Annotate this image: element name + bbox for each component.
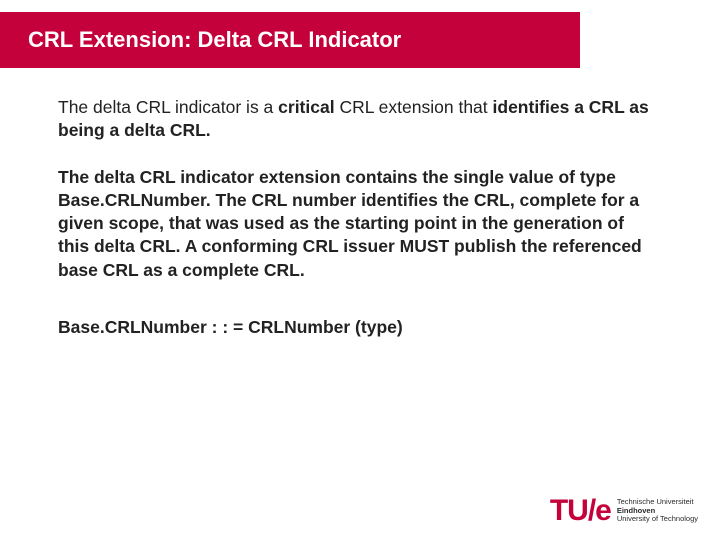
logo: TU/e Technische Universiteit Eindhoven U… (550, 496, 698, 526)
paragraph-1: The delta CRL indicator is a critical CR… (58, 96, 650, 142)
logo-text: Technische Universiteit Eindhoven Univer… (617, 498, 698, 524)
p1-text-c: CRL extension that (335, 97, 493, 117)
p1-critical: critical (278, 97, 334, 117)
logo-line3: University of Technology (617, 515, 698, 524)
p1-text-a: The delta CRL indicator is a (58, 97, 278, 117)
paragraph-2: The delta CRL indicator extension contai… (58, 166, 650, 281)
content-area: The delta CRL indicator is a critical CR… (58, 96, 650, 339)
slide-title: CRL Extension: Delta CRL Indicator (28, 27, 401, 53)
paragraph-3: Base.CRLNumber : : = CRLNumber (type) (58, 316, 650, 339)
logo-mark: TU/e (550, 496, 611, 526)
title-bar: CRL Extension: Delta CRL Indicator (0, 12, 580, 68)
